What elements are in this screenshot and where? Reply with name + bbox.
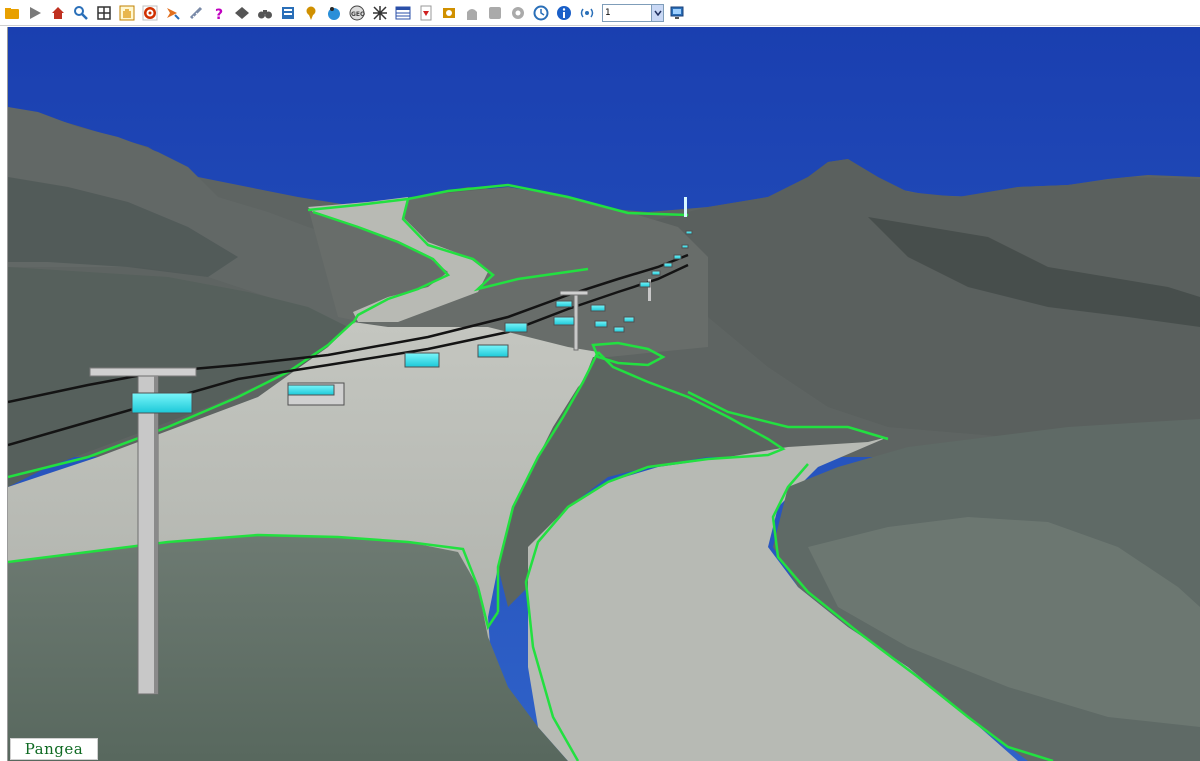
network-icon[interactable] bbox=[370, 3, 390, 23]
grid-icon[interactable] bbox=[94, 3, 114, 23]
fly-icon[interactable] bbox=[163, 3, 183, 23]
stamp-icon[interactable] bbox=[439, 3, 459, 23]
terrain-scene[interactable] bbox=[8, 27, 1200, 761]
lift-cabin bbox=[681, 244, 689, 249]
left-rail bbox=[0, 27, 8, 761]
lift-cabin bbox=[613, 326, 625, 333]
pdf-icon[interactable] bbox=[416, 3, 436, 23]
layer-select-value: 1 bbox=[605, 7, 611, 18]
tower-icon[interactable] bbox=[462, 3, 482, 23]
lift-cabin bbox=[623, 316, 635, 323]
lift-cabin bbox=[477, 344, 509, 358]
zoom-icon[interactable] bbox=[71, 3, 91, 23]
lift-cabin bbox=[555, 300, 573, 308]
pangea-logo: Pangea bbox=[10, 738, 98, 760]
pangea-logo-text: Pangea bbox=[24, 740, 84, 758]
geo-icon[interactable]: GEO bbox=[347, 3, 367, 23]
clock-icon[interactable] bbox=[531, 3, 551, 23]
measure-icon[interactable] bbox=[186, 3, 206, 23]
binoculars-icon[interactable] bbox=[255, 3, 275, 23]
layer-select[interactable]: 1 bbox=[602, 3, 664, 22]
target-icon[interactable] bbox=[140, 3, 160, 23]
lift-cabin bbox=[404, 352, 440, 368]
layers-icon[interactable] bbox=[232, 3, 252, 23]
monitor-icon[interactable] bbox=[667, 3, 687, 23]
lift-cabin bbox=[504, 322, 528, 333]
home-icon[interactable] bbox=[48, 3, 68, 23]
lift-cabin bbox=[590, 304, 606, 312]
chevron-down-icon[interactable] bbox=[651, 4, 663, 21]
info-icon[interactable] bbox=[554, 3, 574, 23]
lift-cabin bbox=[287, 384, 335, 396]
lift-cabin bbox=[594, 320, 608, 328]
pan-hand-icon[interactable] bbox=[117, 3, 137, 23]
settings-icon[interactable] bbox=[508, 3, 528, 23]
open-folder-icon[interactable] bbox=[2, 3, 22, 23]
svg-text:GEO: GEO bbox=[351, 11, 365, 18]
3d-viewport[interactable] bbox=[8, 27, 1200, 761]
lift-cabin bbox=[673, 254, 682, 260]
play-icon[interactable] bbox=[25, 3, 45, 23]
tool-group: ? GEO bbox=[2, 3, 600, 23]
lift-cabin bbox=[663, 262, 673, 268]
lift-cabin bbox=[685, 230, 693, 235]
properties-icon[interactable] bbox=[278, 3, 298, 23]
svg-text:?: ? bbox=[215, 7, 223, 21]
broadcast-icon[interactable] bbox=[577, 3, 597, 23]
box-icon[interactable] bbox=[485, 3, 505, 23]
help-icon[interactable]: ? bbox=[209, 3, 229, 23]
lift-cabin bbox=[639, 281, 651, 288]
table-icon[interactable] bbox=[393, 3, 413, 23]
lift-cabin bbox=[553, 316, 575, 326]
lift-cabin bbox=[131, 392, 193, 414]
pin-icon[interactable] bbox=[301, 3, 321, 23]
globe-walk-icon[interactable] bbox=[324, 3, 344, 23]
lift-cabin bbox=[651, 270, 661, 276]
toolbar: ? GEO 1 bbox=[0, 0, 1200, 26]
